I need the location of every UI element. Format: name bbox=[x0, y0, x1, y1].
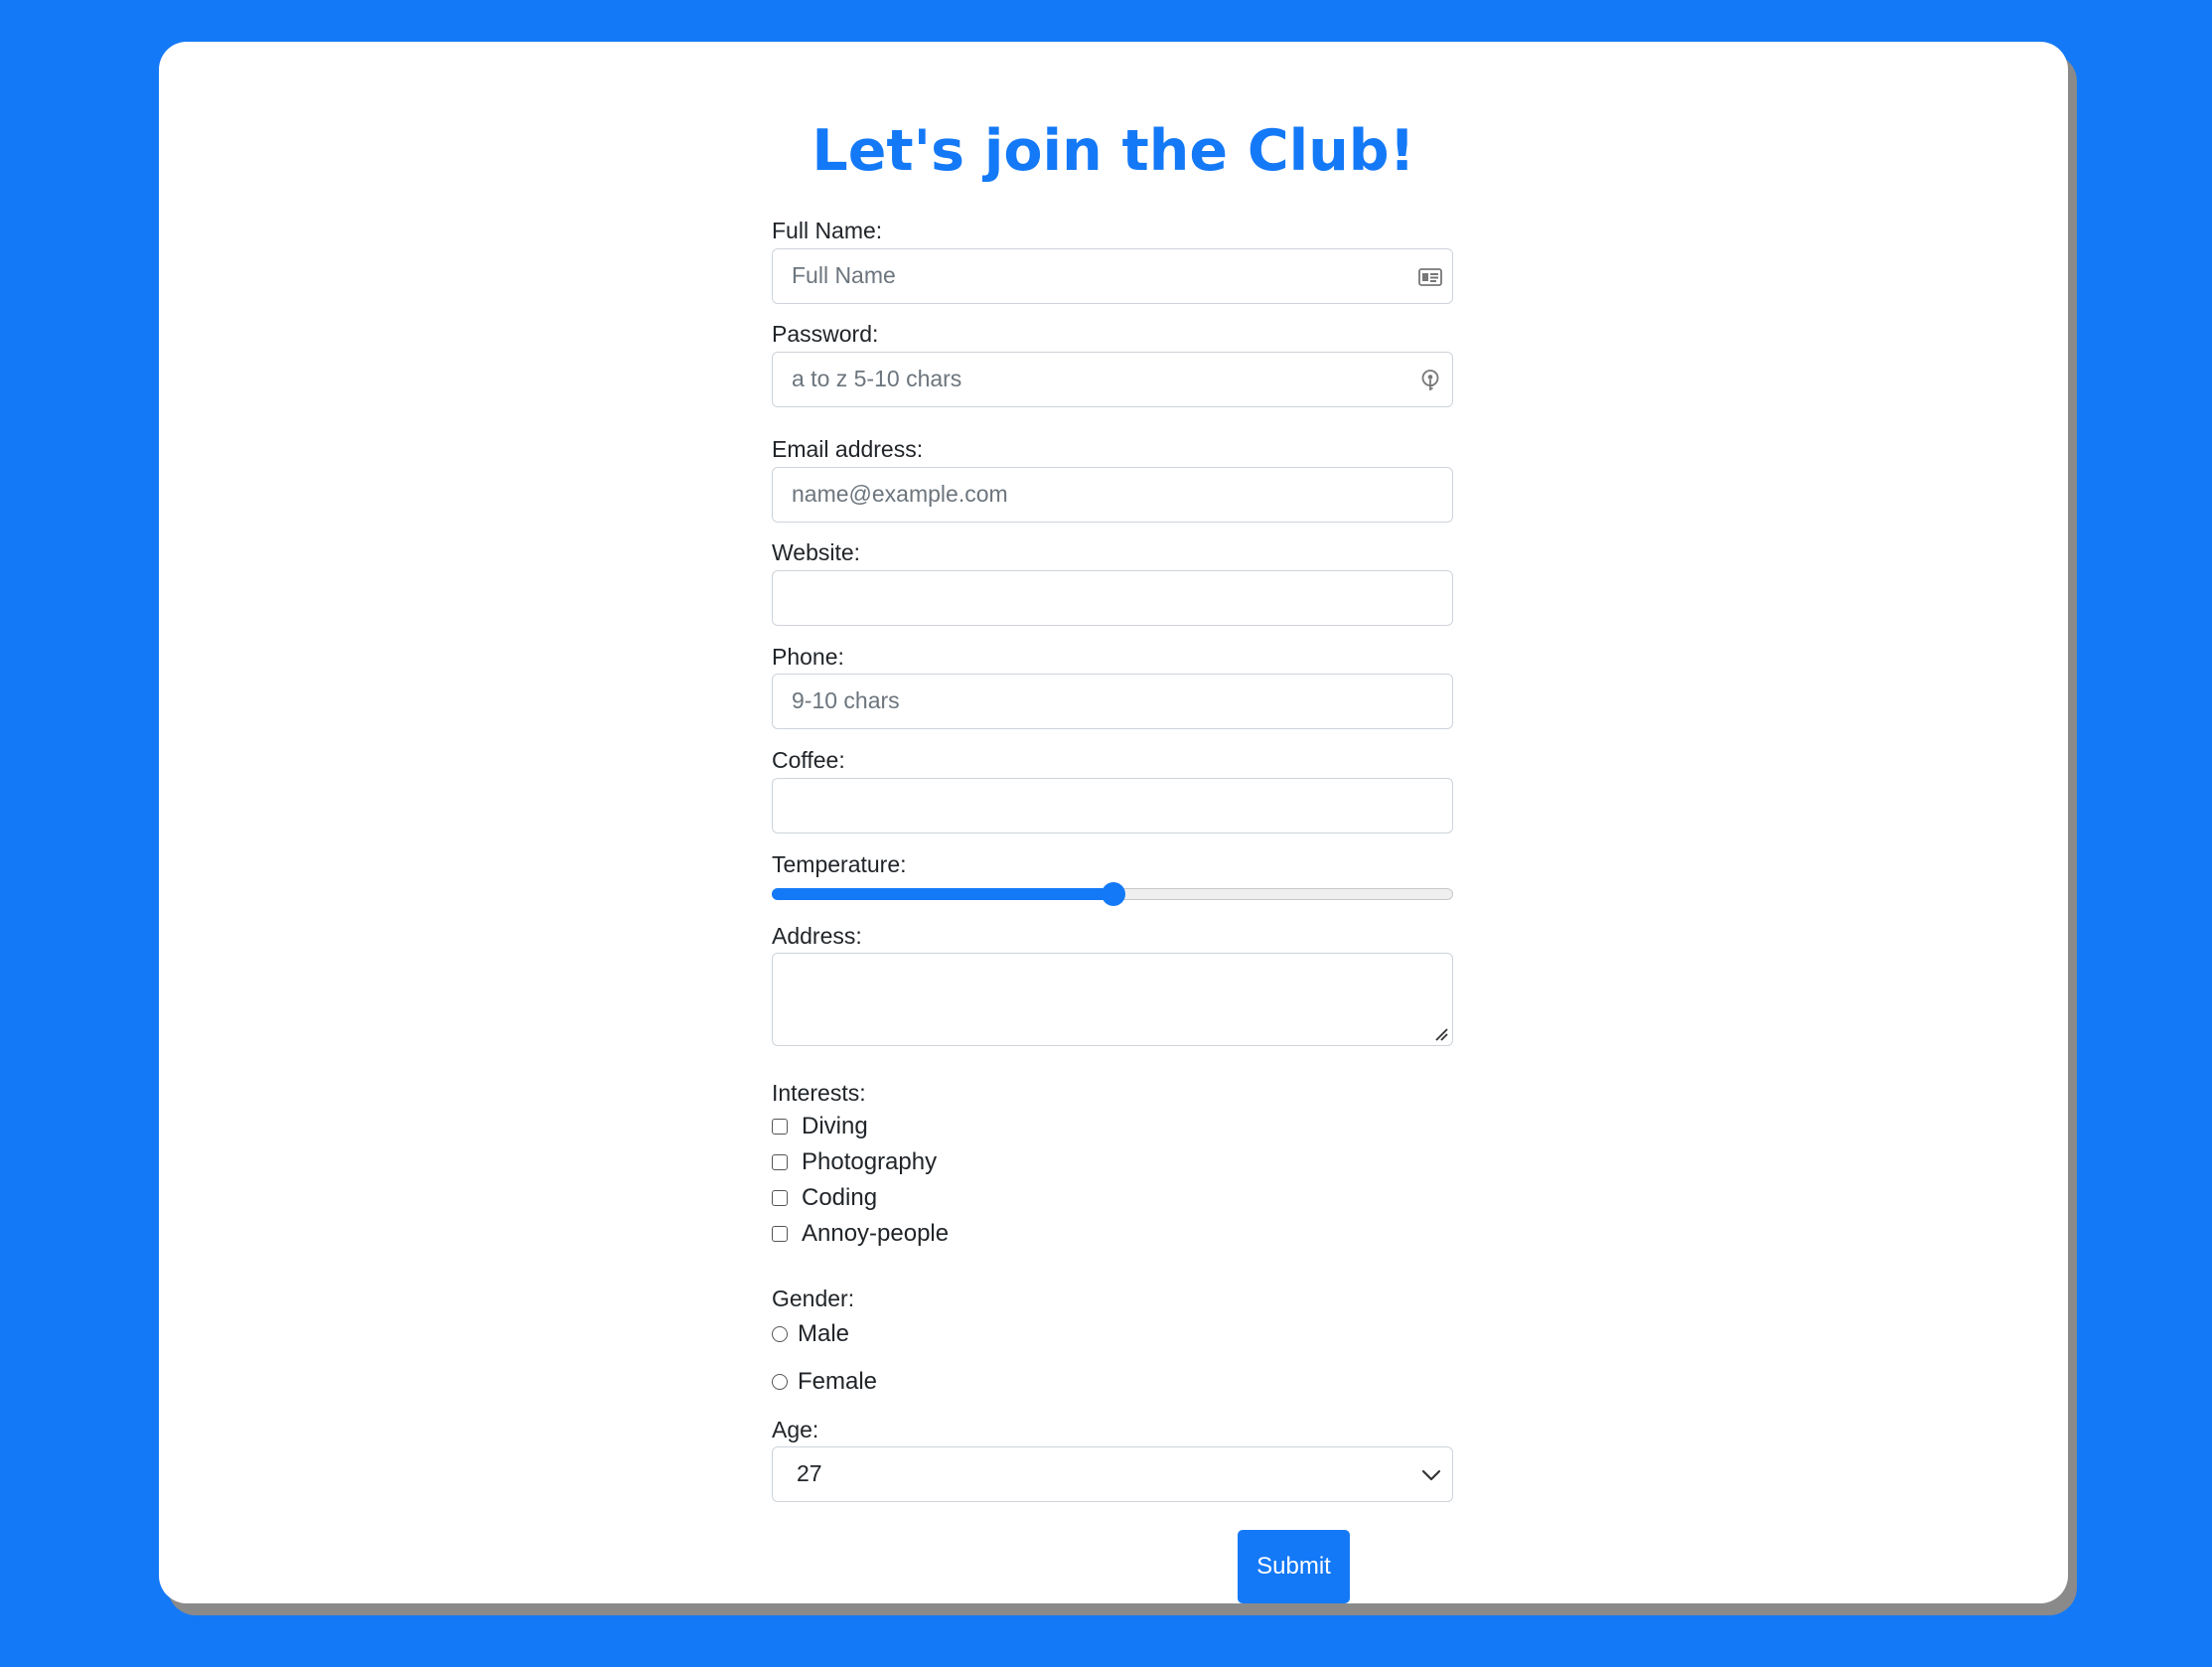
interest-option-label: Diving bbox=[802, 1113, 868, 1139]
coffee-label: Coffee: bbox=[772, 747, 845, 773]
phone-label: Phone: bbox=[772, 644, 844, 670]
temperature-label: Temperature: bbox=[772, 851, 907, 877]
checkbox[interactable] bbox=[772, 1226, 788, 1242]
checkbox[interactable] bbox=[772, 1190, 788, 1206]
email-label: Email address: bbox=[772, 436, 924, 462]
submit-button[interactable]: Submit bbox=[1238, 1530, 1350, 1603]
phone-input[interactable]: 9-10 chars bbox=[772, 674, 1453, 729]
address-label: Address: bbox=[772, 923, 862, 949]
id-card-icon bbox=[1418, 268, 1442, 286]
age-selected-value: 27 bbox=[797, 1460, 822, 1486]
gender-option-label: Female bbox=[798, 1368, 878, 1395]
interest-option-label: Coding bbox=[802, 1184, 878, 1211]
email-placeholder: name@example.com bbox=[792, 481, 1008, 507]
temperature-slider[interactable] bbox=[771, 881, 1453, 906]
checkbox[interactable] bbox=[772, 1119, 788, 1135]
radio-button[interactable] bbox=[772, 1374, 788, 1390]
address-textarea[interactable] bbox=[772, 953, 1453, 1046]
radio-button[interactable] bbox=[772, 1326, 788, 1342]
email-input[interactable]: name@example.com bbox=[772, 467, 1453, 523]
checkbox[interactable] bbox=[772, 1154, 788, 1170]
page-title: Let's join the Club! bbox=[811, 118, 1415, 184]
website-input[interactable] bbox=[772, 570, 1453, 626]
gender-option-label: Male bbox=[798, 1320, 850, 1347]
coffee-input[interactable] bbox=[772, 778, 1453, 834]
password-input[interactable]: a to z 5-10 chars bbox=[772, 352, 1453, 407]
gender-label: Gender: bbox=[772, 1286, 855, 1311]
chevron-down-icon bbox=[1421, 1469, 1441, 1481]
password-placeholder: a to z 5-10 chars bbox=[792, 366, 962, 391]
signup-card: Let's join the Club! Full Name: Full Nam… bbox=[159, 42, 2068, 1603]
resize-grip-icon[interactable] bbox=[1431, 1024, 1449, 1042]
key-icon bbox=[1421, 370, 1439, 390]
age-select[interactable]: 27 bbox=[772, 1446, 1453, 1502]
age-label: Age: bbox=[772, 1417, 819, 1442]
temperature-slider-fill bbox=[771, 887, 1112, 900]
password-label: Password: bbox=[772, 321, 879, 347]
temperature-slider-thumb[interactable] bbox=[1102, 881, 1125, 906]
website-label: Website: bbox=[772, 539, 861, 565]
full-name-placeholder: Full Name bbox=[792, 262, 896, 288]
interest-option-label: Annoy-people bbox=[802, 1220, 950, 1247]
full-name-label: Full Name: bbox=[772, 218, 883, 243]
full-name-input[interactable]: Full Name bbox=[772, 248, 1453, 304]
phone-placeholder: 9-10 chars bbox=[792, 687, 900, 713]
interests-label: Interests: bbox=[772, 1080, 866, 1106]
interest-option-label: Photography bbox=[802, 1148, 938, 1175]
